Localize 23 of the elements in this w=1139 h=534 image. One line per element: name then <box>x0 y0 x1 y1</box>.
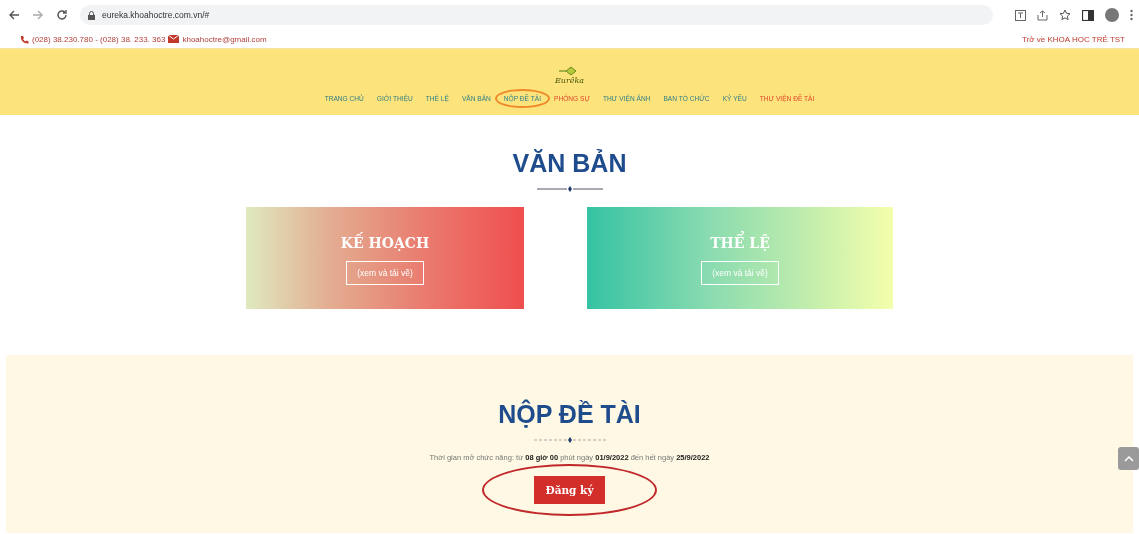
mail-icon <box>168 35 180 43</box>
view-download-button[interactable]: (xem và tải về) <box>346 261 424 285</box>
star-icon[interactable] <box>1059 9 1071 21</box>
chevron-up-icon <box>1123 455 1134 462</box>
section-title: NỘP ĐỀ TÀI <box>498 399 641 429</box>
section-title: VĂN BẢN <box>512 148 627 178</box>
address-bar[interactable]: eureka.khoahoctre.com.vn/# <box>80 5 993 25</box>
url-text: eureka.khoahoctre.com.vn/# <box>102 10 210 20</box>
phone-number: (028) 38.230.780 - (028) 38. 233. 363 <box>32 34 166 44</box>
more-icon[interactable] <box>1130 9 1133 21</box>
translate-icon[interactable] <box>1015 9 1026 21</box>
logo-text[interactable]: Eurêka <box>554 76 585 85</box>
lock-icon <box>88 10 95 20</box>
back-icon[interactable] <box>8 9 20 21</box>
phone-icon <box>20 34 29 44</box>
sidebar-icon[interactable] <box>1082 9 1094 21</box>
title-divider <box>536 186 603 192</box>
profile-avatar[interactable] <box>1105 8 1119 22</box>
back-link[interactable]: Trở về KHOA HỌC TRẺ TST <box>1022 34 1125 44</box>
register-button[interactable]: Đăng ký <box>534 476 605 504</box>
reload-icon[interactable] <box>56 9 68 21</box>
share-icon[interactable] <box>1037 9 1048 21</box>
email-link[interactable]: khoahoctre@gmail.com <box>182 34 267 44</box>
